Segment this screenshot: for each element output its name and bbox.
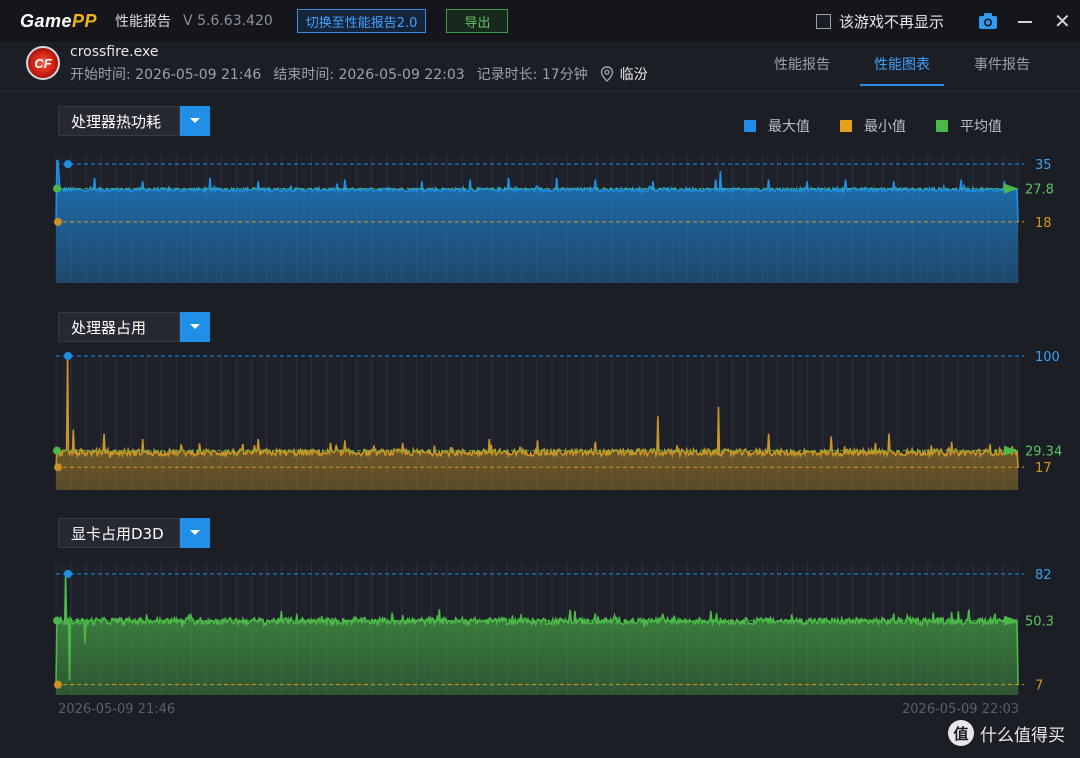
max-marker bbox=[64, 569, 72, 578]
min-value-label: 18 bbox=[1035, 216, 1052, 231]
max-marker bbox=[64, 352, 72, 360]
watermark-text: 什么值得买 bbox=[980, 725, 1065, 746]
max-value-label: 100 bbox=[1035, 350, 1060, 365]
max-value-label: 35 bbox=[1035, 158, 1052, 173]
watermark-icon: 值 bbox=[948, 720, 974, 746]
min-marker bbox=[54, 463, 62, 472]
x-axis-end-label: 2026-05-09 22:03 bbox=[902, 702, 1020, 717]
avg-marker bbox=[53, 616, 61, 625]
max-value-label: 82 bbox=[1035, 568, 1052, 583]
avg-value-label: 50.3 bbox=[1025, 615, 1054, 630]
performance-charts: 35 27.8 18 100 29.3417 82 50.3 7 bbox=[53, 154, 1062, 695]
avg-value-label: 29.34 bbox=[1025, 445, 1062, 460]
max-marker bbox=[64, 160, 72, 169]
x-axis-start-label: 2026-05-09 21:46 bbox=[58, 702, 176, 717]
avg-value-label: 27.8 bbox=[1025, 183, 1054, 198]
min-value-label: 7 bbox=[1035, 679, 1043, 694]
avg-marker bbox=[53, 184, 61, 193]
min-marker bbox=[54, 217, 62, 226]
min-marker bbox=[54, 680, 62, 689]
watermark: 值 什么值得买 bbox=[948, 720, 1065, 746]
min-value-label: 17 bbox=[1035, 461, 1052, 476]
avg-marker bbox=[53, 446, 61, 455]
